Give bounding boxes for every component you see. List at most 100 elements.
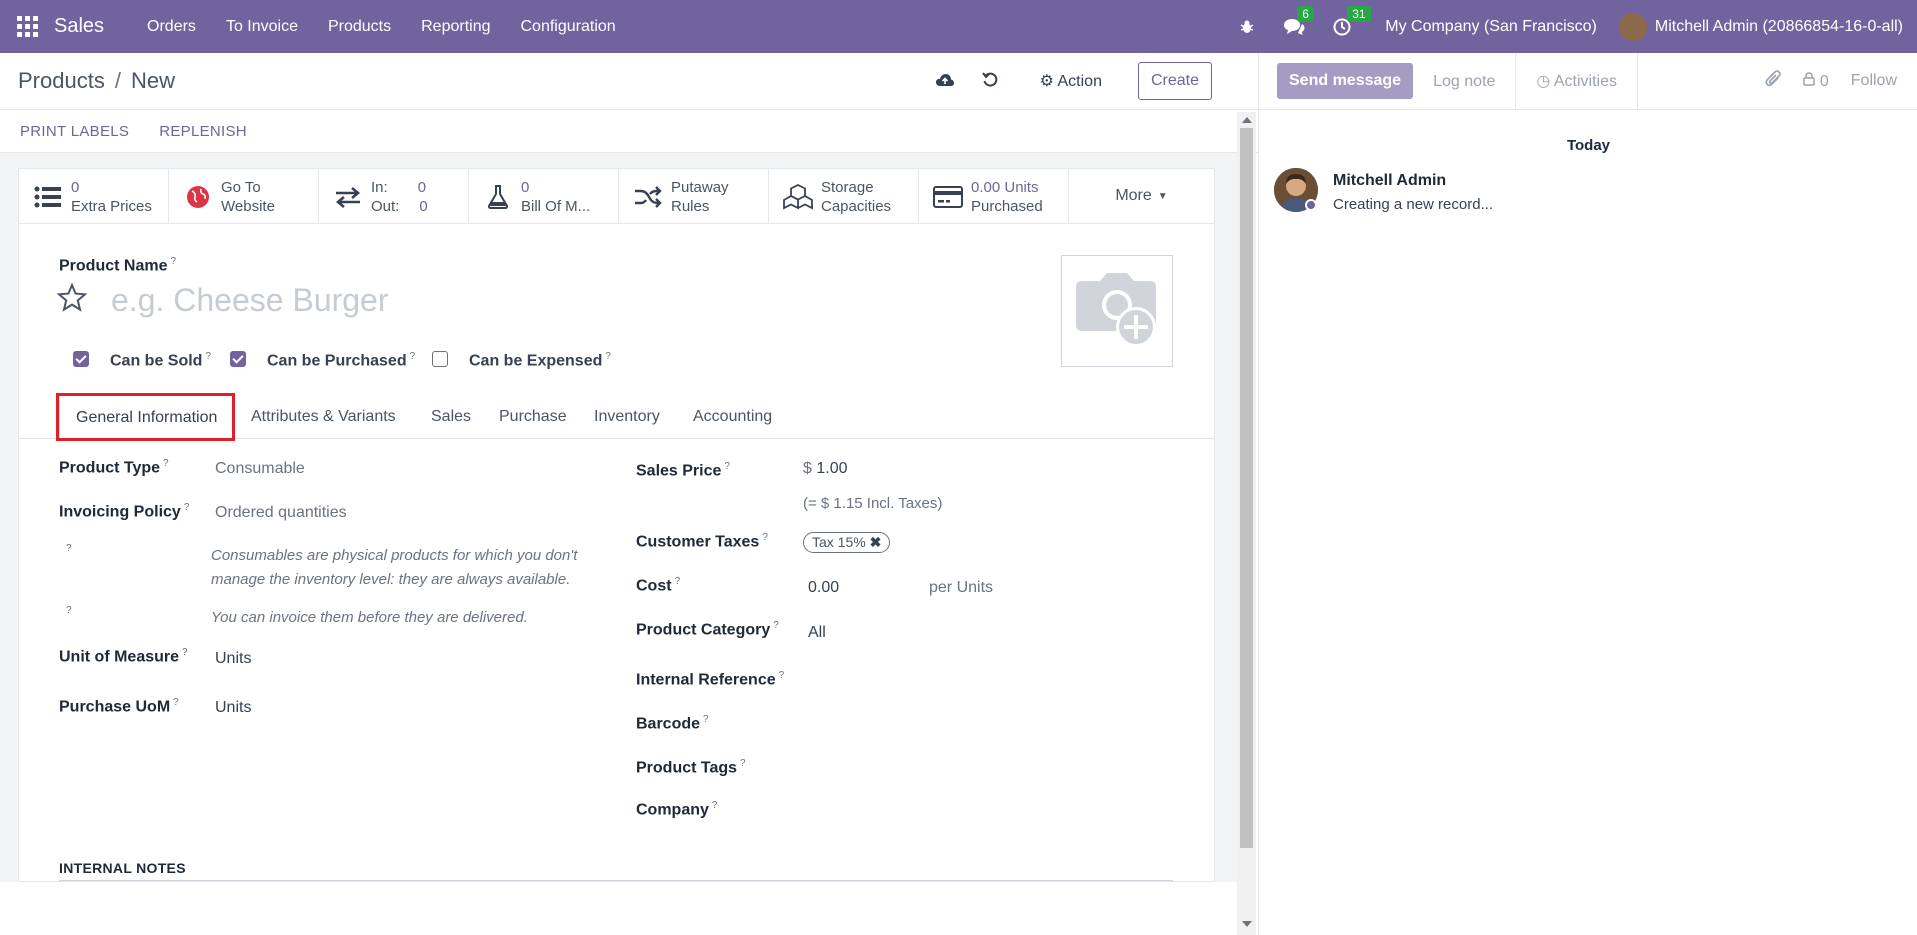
invoicing-policy-select[interactable]: Ordered quantities [215,504,347,522]
save-cloud-icon[interactable] [935,71,954,92]
internal-notes-header: INTERNAL NOTES [59,860,186,876]
bug-icon[interactable] [1239,19,1255,35]
caret-down-icon: ▼ [1157,190,1168,202]
messages-icon[interactable]: 6 [1283,5,1314,36]
extra-prices-label: Extra Prices [71,197,152,215]
discard-undo-icon[interactable] [981,71,998,92]
bom-count: 0 [521,178,530,196]
in-out-smart-button[interactable]: In: 0 Out: 0 [319,169,469,224]
product-image-upload[interactable] [1061,255,1173,367]
cubes-icon [783,183,813,210]
scrollbar-thumb[interactable] [1240,128,1253,848]
followers-button[interactable]: 0 [1803,71,1829,91]
putaway-rules-smart-button[interactable]: Putaway Rules [619,169,769,224]
clock-icon: ◷ [1536,72,1551,90]
menu-products[interactable]: Products [313,18,406,36]
tax-tag: Tax 15% ✖ [803,532,891,553]
product-category-field[interactable]: All [808,624,826,642]
favorite-star-icon[interactable] [56,282,88,317]
highlight-box [56,393,235,441]
out-value: 0 [419,197,428,215]
menu-reporting[interactable]: Reporting [406,18,505,36]
follow-button[interactable]: Follow [1851,72,1897,90]
form-statusbar: PRINT LABELS REPLENISH [0,110,1258,153]
log-note-button[interactable]: Log note [1413,53,1515,110]
create-button[interactable]: Create [1137,62,1212,100]
company-switcher[interactable]: My Company (San Francisco) [1385,18,1597,36]
more-smart-buttons-dropdown[interactable]: More ▼ [1069,169,1214,223]
messages-count-badge: 6 [1297,5,1314,22]
attachment-paperclip-icon[interactable] [1765,69,1782,93]
gear-icon: ⚙ [1039,73,1054,90]
smart-buttons: 0 Extra Prices Go To Website In: 0 Out: 0 0B… [19,169,1214,224]
tab-inventory[interactable]: Inventory [594,395,660,439]
can-be-purchased-label: Can be Purchased? [267,351,416,370]
scroll-up-arrow-icon[interactable] [1242,117,1252,123]
message-author[interactable]: Mitchell Admin [1333,172,1446,190]
company-label: Company? [636,800,718,819]
control-panel: Products / New ⚙ Action Create [0,53,1258,110]
customer-taxes-label: Customer Taxes? [636,532,768,551]
can-be-sold-checkbox[interactable] [73,351,89,367]
scroll-down-arrow-icon[interactable] [1242,921,1252,927]
menu-configuration[interactable]: Configuration [506,18,631,36]
product-type-select[interactable]: Consumable [215,460,305,478]
storage-capacities-smart-button[interactable]: Storage Capacities [769,169,919,224]
putaway-label-line2: Rules [671,197,710,215]
sales-price-field[interactable]: $ 1.00 [803,460,848,478]
product-name-input[interactable]: e.g. Cheese Burger [111,282,389,319]
unit-of-measure-field[interactable]: Units [215,650,251,668]
navbar-systray: 6 31 My Company (San Francisco) Mitchell… [1225,0,1917,53]
cost-label: Cost? [636,576,681,595]
remove-tag-icon[interactable]: ✖ [870,534,882,550]
cost-field[interactable]: 0.00 [808,579,839,597]
chatter-right-actions: 0 Follow [1743,69,1917,93]
in-value: 0 [417,178,427,196]
menu-to-invoice[interactable]: To Invoice [211,18,313,36]
purchased-label: Purchased [971,197,1043,215]
replenish-button[interactable]: REPLENISH [159,123,247,140]
consumable-help-text: Consumables are physical products for wh… [211,547,578,588]
apps-menu-button[interactable] [0,0,54,53]
tab-sales[interactable]: Sales [431,395,471,439]
purchased-smart-button[interactable]: 0.00 Units Purchased [919,169,1069,224]
tab-purchase[interactable]: Purchase [499,395,567,439]
storage-label-line1: Storage [821,178,874,196]
message-body: Creating a new record... [1333,196,1494,213]
product-tags-label: Product Tags? [636,758,746,777]
storage-label-line2: Capacities [821,197,892,215]
can-be-sold-label: Can be Sold? [110,351,212,370]
user-menu[interactable]: Mitchell Admin (20866854-16-0-all) [1655,18,1903,36]
action-menu-button[interactable]: ⚙ Action [1040,71,1102,91]
send-message-button[interactable]: Send message [1277,63,1414,99]
activities-button[interactable]: ◷ Activities [1515,52,1638,110]
putaway-label-line1: Putaway [671,178,729,196]
exchange-arrows-icon [333,186,363,208]
flask-icon [483,184,513,209]
activities-clock-icon[interactable]: 31 [1333,5,1371,36]
can-be-purchased-checkbox[interactable] [230,351,246,367]
tab-accounting[interactable]: Accounting [693,395,772,439]
menu-orders[interactable]: Orders [132,18,211,36]
can-be-expensed-checkbox[interactable] [432,351,448,367]
extra-prices-smart-button[interactable]: 0 Extra Prices [19,169,169,224]
tab-attributes-variants[interactable]: Attributes & Variants [251,395,396,439]
top-navbar: Sales Orders To Invoice Products Reporti… [0,0,1917,53]
online-status-dot [1305,199,1317,211]
breadcrumb-products-link[interactable]: Products [18,68,105,93]
purchased-value: 0.00 Units [971,178,1039,196]
lock-user-icon [1803,71,1819,90]
user-avatar[interactable] [1618,12,1647,41]
purchase-uom-field[interactable]: Units [215,699,251,717]
print-labels-button[interactable]: PRINT LABELS [20,123,129,140]
go-to-website-smart-button[interactable]: Go To Website [169,169,319,224]
more-label: More [1115,187,1152,204]
random-arrows-icon [633,185,663,208]
form-scrollbar[interactable] [1237,112,1256,935]
apps-grid-icon [16,16,38,37]
app-name[interactable]: Sales [54,15,104,38]
bom-label: Bill Of M... [521,197,591,215]
bill-of-materials-smart-button[interactable]: 0 Bill Of M... [469,169,619,224]
product-category-label: Product Category? [636,620,779,639]
form-actions: ⚙ Action Create [922,62,1212,100]
